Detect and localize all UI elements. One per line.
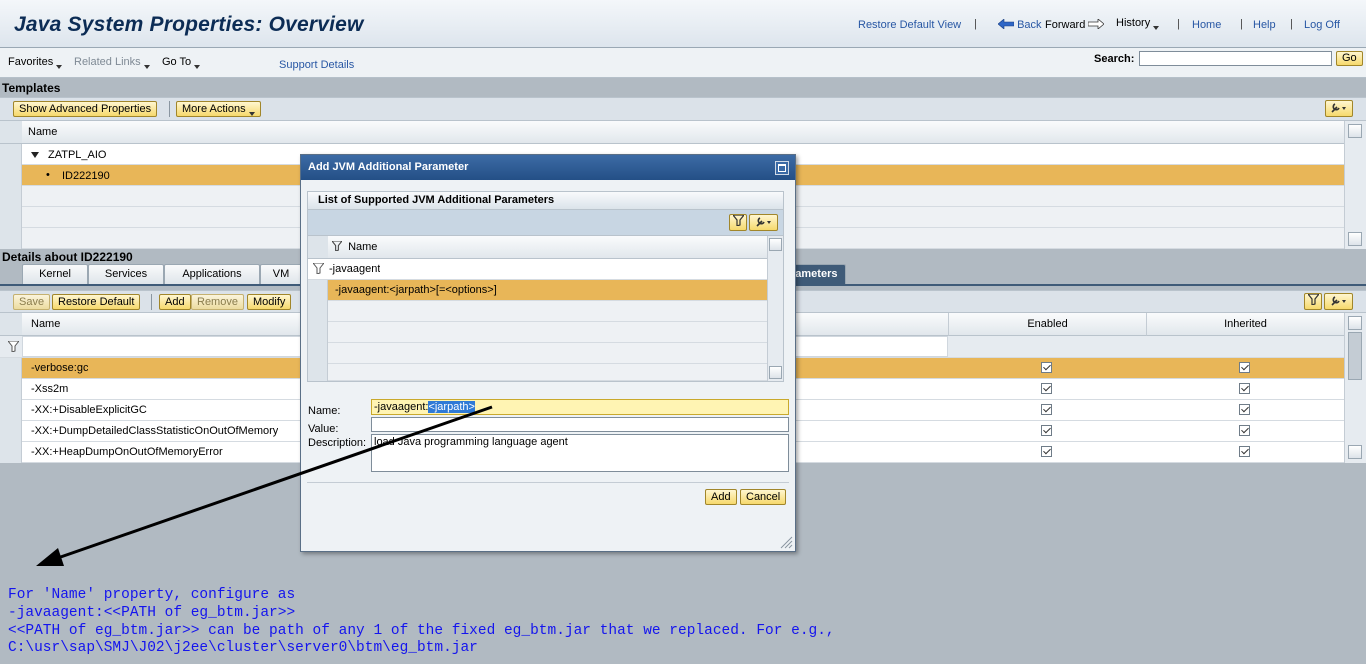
annotation-arrow: [36, 405, 493, 566]
annotation-line: C:\usr\sap\SMJ\J02\j2ee\cluster\server0\…: [8, 640, 478, 656]
annotation-line: <<PATH of eg_btm.jar>> can be path of an…: [8, 623, 835, 639]
annotation-line: -javaagent:<<PATH of eg_btm.jar>>: [8, 605, 296, 621]
annotation-line: For 'Name' property, configure as: [8, 587, 296, 603]
